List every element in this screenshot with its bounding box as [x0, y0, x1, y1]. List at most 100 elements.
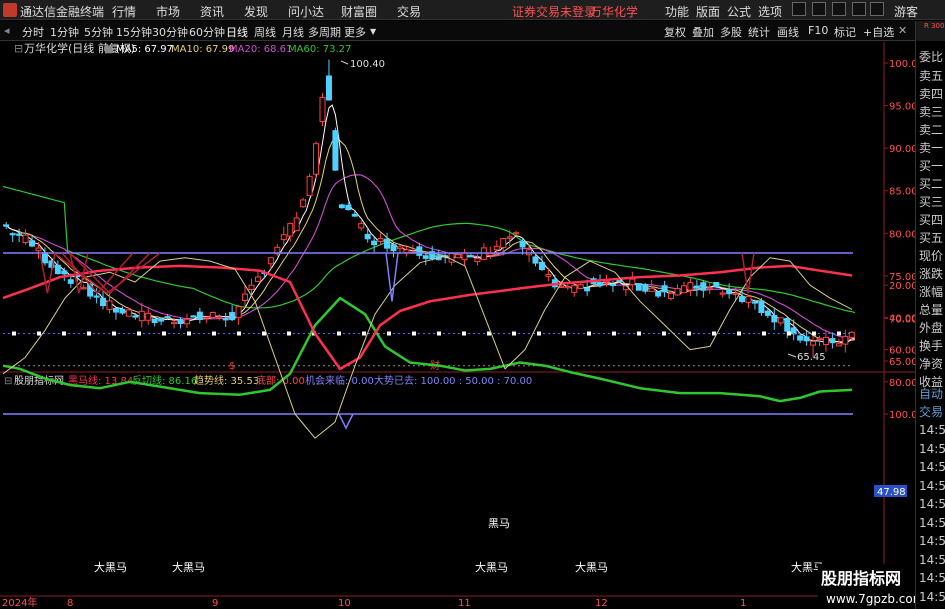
candle-body: [726, 289, 733, 295]
trade-time: 14:56: [919, 534, 945, 548]
candle-body: [138, 310, 145, 322]
candle-body: [3, 224, 10, 227]
candle-body: [416, 246, 423, 256]
trade-time: 14:56: [919, 441, 945, 456]
x-axis-month: 12: [595, 598, 608, 609]
watermark-url: www.7gpzb.com: [826, 592, 915, 606]
indicator-tick-label: 80.00: [889, 378, 915, 389]
level-50-marker: [187, 331, 191, 336]
level-50-marker: [287, 331, 291, 336]
quote-panel: R 300 委比 卖五 卖四 卖三 卖二 卖一 买一 买二 买三 买四 买五 现价 涨跌 涨幅 总量 外盘 换手…: [915, 21, 945, 609]
x-axis-month: 11: [458, 598, 471, 609]
level-50-marker: [412, 331, 416, 336]
watermark-title: 股朋指标网: [821, 569, 901, 588]
level-50-marker: [712, 331, 716, 336]
candle-body: [506, 236, 513, 239]
candle-body: [848, 331, 855, 338]
ma10-label: MA10: 67.99: [171, 44, 234, 55]
event-marker-dollar[interactable]: $: [229, 361, 235, 372]
trade-time: 14:56: [919, 515, 945, 530]
level-50-marker: [512, 331, 516, 336]
indicator-tick-label: 100.0: [889, 410, 915, 421]
candle-body: [474, 257, 481, 263]
price-tick-label: 65.00: [889, 357, 915, 368]
quote-label: 卖一: [919, 141, 944, 155]
candle-body: [119, 308, 126, 314]
heima-line: [2, 264, 853, 371]
candle-body: [248, 284, 255, 291]
candle-body: [758, 300, 765, 313]
level-50-marker: [787, 331, 791, 336]
candle-body: [448, 253, 455, 263]
quote-label: 换手: [919, 339, 944, 353]
candle-body: [190, 315, 197, 318]
candle-body: [797, 335, 804, 341]
candle-body: [461, 252, 468, 261]
candle-body: [713, 282, 720, 288]
candle-body: [183, 318, 190, 325]
low-pointer: [787, 353, 797, 358]
candle-body: [693, 285, 700, 289]
level-50-marker: [687, 331, 691, 336]
quote-label: 买三: [919, 195, 944, 209]
candle-body: [732, 292, 739, 295]
chart-menu-icon[interactable]: ⊟: [14, 42, 23, 55]
candle-body: [216, 316, 223, 319]
candle-body: [784, 318, 791, 332]
index-badge[interactable]: R 300: [916, 21, 945, 41]
candle-body: [642, 284, 649, 292]
x-axis-month: 9: [212, 598, 218, 609]
candle-body: [538, 261, 545, 270]
candle-body: [306, 175, 313, 197]
candle-body: [564, 286, 571, 289]
fanqie-line-label: 反切线: 86.16: [132, 374, 197, 387]
indicator-current-value: 47.98: [877, 487, 906, 498]
candle-body: [680, 285, 687, 294]
tab-trade[interactable]: 交易: [919, 403, 943, 420]
candle-body: [384, 238, 391, 249]
candle-body: [455, 254, 462, 259]
candle-body: [41, 252, 48, 264]
quote-label: 买二: [919, 177, 944, 191]
candle-body: [597, 282, 604, 287]
candle-body: [467, 255, 474, 258]
level-50-marker: [562, 331, 566, 336]
quote-label: 卖三: [919, 105, 944, 119]
opportunity-signal: [385, 252, 399, 302]
indicator-tick-label: 60.00: [889, 346, 915, 357]
ma-settings-icon[interactable]: ■: [104, 44, 113, 55]
tab-auto[interactable]: 自动: [919, 385, 943, 402]
candle-body: [177, 318, 184, 325]
candle-body: [493, 245, 500, 251]
candle-body: [396, 246, 403, 250]
low-price-label: 65.45: [797, 352, 826, 363]
trade-time: 14:56: [919, 460, 945, 474]
trend-line: [2, 255, 853, 439]
chart-area[interactable]: ⊟ 万华化学(日线 前复权) ■ MA5: 67.97 MA10: 67.99 …: [0, 0, 915, 609]
candle-body: [519, 240, 526, 248]
candle-body: [513, 232, 520, 235]
quote-label: 买五: [919, 231, 944, 245]
candle-body: [132, 315, 139, 318]
level-50-marker: [162, 331, 166, 336]
quote-label: 涨跌: [919, 267, 944, 281]
candle-body: [422, 255, 429, 259]
level-50-marker: [437, 331, 441, 336]
candle-body: [500, 237, 507, 248]
signal-label: 大黑马: [172, 560, 205, 574]
quote-label: 净资: [919, 357, 944, 371]
indicator-tick-label: 20.00: [889, 281, 915, 292]
candle-body: [764, 310, 771, 316]
x-axis-month: 10: [338, 598, 351, 609]
trend-line-label: 趋势线: 35.53: [194, 374, 259, 387]
candle-body: [54, 264, 61, 275]
candle-body: [719, 292, 726, 295]
candle-body: [209, 311, 216, 318]
level-50-marker: [387, 331, 391, 336]
quote-label: 现价: [919, 249, 944, 263]
price-tick-label: 95.00: [889, 102, 915, 113]
indicator-menu-icon[interactable]: ⊟: [4, 376, 12, 387]
level-50-marker: [637, 331, 641, 336]
candle-body: [648, 287, 655, 292]
candle-body: [242, 293, 249, 302]
